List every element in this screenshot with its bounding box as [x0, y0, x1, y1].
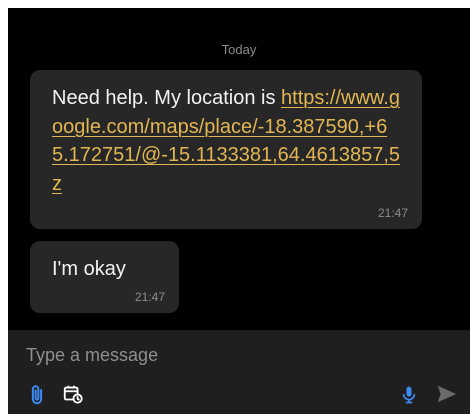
message-timestamp: 21:47 [377, 206, 408, 220]
message-text: I'm okay [52, 258, 126, 280]
message-timestamp: 21:47 [134, 290, 165, 304]
message-body: Need help. My location is [52, 87, 276, 109]
message-bubble[interactable]: Need help. My location is https://www.go… [30, 70, 422, 229]
message-bubble[interactable]: I'm okay 21:47 [30, 241, 179, 313]
message-input[interactable] [26, 340, 386, 370]
calendar-clock-icon[interactable] [60, 381, 86, 407]
microphone-icon[interactable] [396, 382, 422, 408]
message-text: Need help. My location is https://www.go… [52, 84, 402, 198]
send-icon[interactable] [434, 381, 460, 407]
paperclip-icon[interactable] [24, 382, 50, 408]
date-separator: Today [221, 42, 257, 57]
chat-screen: Today Need help. My location is https://… [8, 8, 470, 414]
compose-bar [8, 330, 470, 414]
